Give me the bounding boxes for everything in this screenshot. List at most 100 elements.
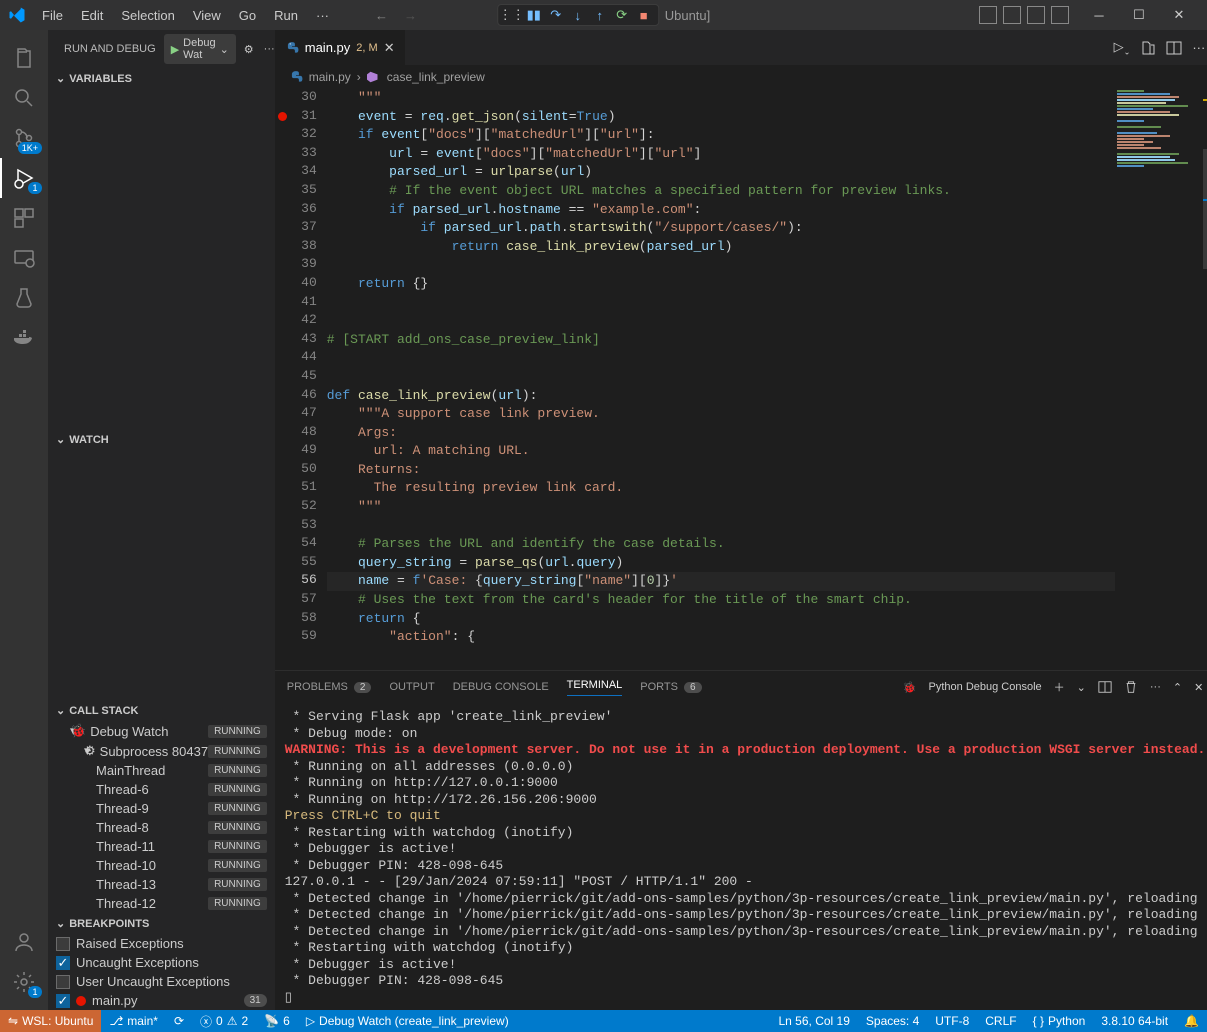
status-remote[interactable]: ⇋WSL: Ubuntu (0, 1010, 101, 1032)
status-language[interactable]: { }Python (1025, 1014, 1094, 1028)
terminal-chevron-down-icon[interactable]: ⌄ (1077, 681, 1086, 694)
status-eol[interactable]: CRLF (977, 1014, 1024, 1028)
split-icon[interactable] (1166, 40, 1182, 56)
breakpoint-row[interactable]: ✓main.py31 (48, 991, 275, 1010)
tab-problems[interactable]: PROBLEMS2 (287, 681, 372, 693)
more-icon[interactable]: ··· (1192, 40, 1205, 55)
new-terminal-icon[interactable]: ＋ (1054, 679, 1065, 695)
activity-source-control[interactable]: 1K+ (0, 118, 48, 158)
activity-search[interactable] (0, 78, 48, 118)
activity-remote-explorer[interactable] (0, 238, 48, 278)
maximize-icon[interactable]: ☐ (1119, 0, 1159, 30)
terminal-content[interactable]: * Serving Flask app 'create_link_preview… (275, 703, 1207, 1010)
chevron-up-icon[interactable]: ⌃ (1173, 681, 1182, 694)
terminal-kind[interactable]: Python Debug Console (929, 681, 1042, 693)
activity-manage[interactable]: 1 (0, 962, 48, 1002)
breakpoint-row[interactable]: User Uncaught Exceptions (48, 972, 275, 991)
section-watch[interactable]: ⌄WATCH (48, 429, 275, 450)
checkbox[interactable]: ✓ (56, 956, 70, 970)
diff-icon[interactable] (1140, 40, 1156, 56)
nav-back-icon[interactable]: ← (367, 8, 396, 23)
restart-icon[interactable]: ⟳ (614, 7, 630, 23)
callstack-row[interactable]: Thread-12RUNNING (48, 894, 275, 913)
status-sync[interactable]: ⟳ (166, 1014, 192, 1028)
checkbox[interactable] (56, 937, 70, 951)
pause-icon[interactable]: ▮▮ (526, 7, 542, 23)
step-over-icon[interactable]: ↷ (548, 7, 564, 23)
callstack-row[interactable]: MainThreadRUNNING (48, 761, 275, 780)
step-into-icon[interactable]: ↓ (570, 7, 586, 23)
activity-run-debug[interactable]: 1 (0, 158, 48, 198)
status-encoding[interactable]: UTF-8 (927, 1014, 977, 1028)
tab-output[interactable]: OUTPUT (389, 681, 434, 693)
callstack-row[interactable]: Thread-10RUNNING (48, 856, 275, 875)
callstack-row[interactable]: Thread-11RUNNING (48, 837, 275, 856)
menu-selection[interactable]: Selection (113, 4, 182, 27)
grip-icon[interactable]: ⋮⋮ (504, 7, 520, 23)
remote-icon: ⇋ (8, 1014, 18, 1028)
layout-secondary-icon[interactable] (1027, 6, 1045, 24)
sync-icon: ⟳ (174, 1014, 184, 1028)
trash-icon[interactable] (1124, 680, 1138, 694)
editor-scrollbar[interactable] (1203, 89, 1207, 670)
callstack-row[interactable]: Thread-8RUNNING (48, 818, 275, 837)
title-bar: File Edit Selection View Go Run ··· ← → … (0, 0, 1207, 30)
layout-customize-icon[interactable] (1051, 6, 1069, 24)
status-python[interactable]: 3.8.10 64-bit (1093, 1014, 1176, 1028)
callstack-row[interactable]: Thread-13RUNNING (48, 875, 275, 894)
code-editor[interactable]: 3031323334353637383940414243444546474849… (275, 89, 1207, 670)
status-ports[interactable]: 📡6 (256, 1014, 298, 1028)
callstack-row[interactable]: Thread-6RUNNING (48, 780, 275, 799)
close-icon[interactable]: ✕ (384, 40, 395, 56)
breakpoint-row[interactable]: ✓Uncaught Exceptions (48, 953, 275, 972)
status-spaces[interactable]: Spaces: 4 (858, 1014, 927, 1028)
tab-terminal[interactable]: TERMINAL (567, 679, 623, 696)
more-icon[interactable]: ··· (264, 43, 275, 56)
debug-badge: 1 (28, 182, 42, 194)
callstack-row[interactable]: Thread-9RUNNING (48, 799, 275, 818)
minimize-icon[interactable]: ─ (1079, 0, 1119, 30)
gear-icon[interactable]: ⚙ (244, 43, 254, 56)
layout-primary-icon[interactable] (979, 6, 997, 24)
stop-icon[interactable]: ■ (636, 7, 652, 23)
more-icon[interactable]: ··· (1150, 681, 1161, 693)
close-window-icon[interactable]: ✕ (1159, 0, 1199, 30)
activity-testing[interactable] (0, 278, 48, 318)
minimap[interactable] (1115, 89, 1203, 629)
activity-accounts[interactable] (0, 922, 48, 962)
split-terminal-icon[interactable] (1098, 680, 1112, 694)
close-panel-icon[interactable]: ✕ (1194, 681, 1203, 694)
step-out-icon[interactable]: ↑ (592, 7, 608, 23)
status-notifications[interactable]: 🔔 (1176, 1014, 1207, 1028)
section-variables[interactable]: ⌄VARIABLES (48, 68, 275, 89)
section-breakpoints[interactable]: ⌄BREAKPOINTS (48, 913, 275, 934)
debug-config-select[interactable]: ▶ Debug Wat ⌄ (164, 34, 236, 64)
breakpoint-row[interactable]: Raised Exceptions (48, 934, 275, 953)
breadcrumb[interactable]: main.py › case_link_preview (275, 65, 1207, 89)
tab-main-py[interactable]: main.py 2, M ✕ (275, 30, 406, 65)
activity-extensions[interactable] (0, 198, 48, 238)
activity-docker[interactable] (0, 318, 48, 358)
status-problems[interactable]: ⓧ0⚠2 (192, 1013, 256, 1030)
menu-view[interactable]: View (185, 4, 229, 27)
menu-edit[interactable]: Edit (73, 4, 111, 27)
callstack-row[interactable]: ▾🐞Debug WatchRUNNING (48, 721, 275, 741)
status-debug[interactable]: ▷Debug Watch (create_link_preview) (298, 1014, 517, 1028)
tab-debug-console[interactable]: DEBUG CONSOLE (453, 681, 549, 693)
tab-ports[interactable]: PORTS6 (640, 681, 701, 693)
menu-file[interactable]: File (34, 4, 71, 27)
menu-go[interactable]: Go (231, 4, 264, 27)
section-callstack[interactable]: ⌄CALL STACK (48, 700, 275, 721)
callstack-row[interactable]: ▾⚙Subprocess 80437RUNNING (48, 741, 275, 761)
activity-explorer[interactable] (0, 38, 48, 78)
run-python-icon[interactable]: ▷⌄ (1114, 39, 1131, 57)
breakpoint-dot-icon (76, 996, 86, 1006)
menu-run[interactable]: Run (266, 4, 306, 27)
status-cursor[interactable]: Ln 56, Col 19 (771, 1014, 858, 1028)
status-branch[interactable]: ⎇main* (101, 1014, 166, 1028)
menu-more-icon[interactable]: ··· (308, 4, 337, 27)
layout-panel-icon[interactable] (1003, 6, 1021, 24)
nav-forward-icon[interactable]: → (396, 8, 425, 23)
checkbox[interactable] (56, 975, 70, 989)
checkbox[interactable]: ✓ (56, 994, 70, 1008)
